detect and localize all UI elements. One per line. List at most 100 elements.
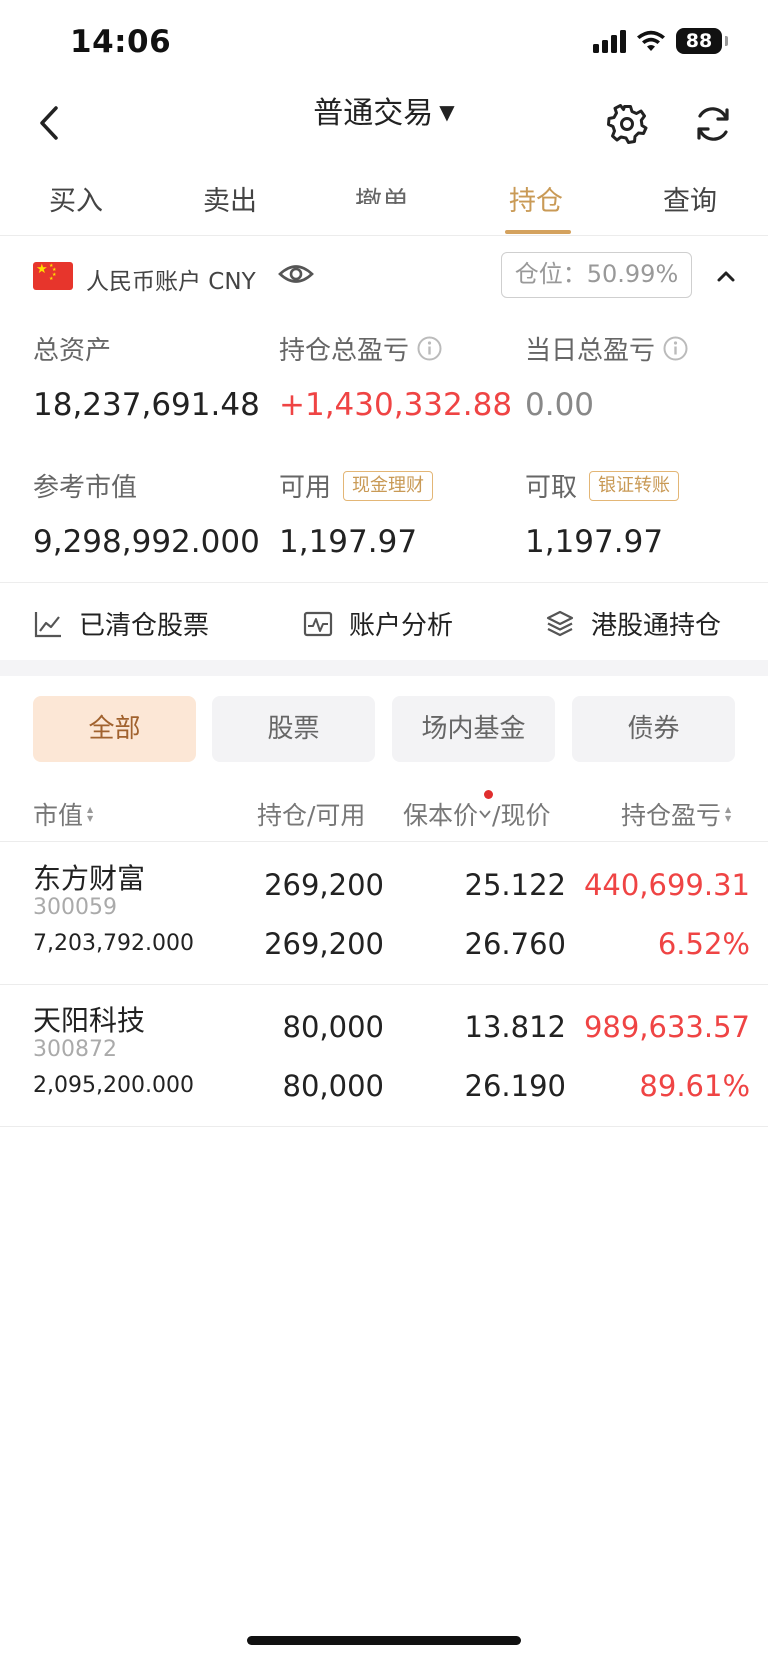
holding-pl-label: 持仓总盈亏 bbox=[279, 336, 410, 366]
tab-cancel-label: 撤单 bbox=[355, 187, 409, 204]
stock-name: 东方财富 bbox=[33, 862, 146, 895]
tab-positions[interactable]: 持仓 bbox=[509, 179, 563, 218]
table-row[interactable]: 东方财富 300059 7,203,792.000 269,200 269,20… bbox=[0, 843, 768, 985]
total-assets: 总资产 18,237,691.48 bbox=[33, 330, 260, 423]
withdrawable-value: 1,197.97 bbox=[525, 524, 664, 560]
daily-pl-label: 当日总盈亏 bbox=[525, 336, 656, 366]
gear-icon bbox=[607, 104, 648, 144]
tab-sell[interactable]: 卖出 bbox=[203, 179, 257, 218]
stock-name: 天阳科技 bbox=[33, 1004, 146, 1037]
status-bar: 14:06 88 bbox=[0, 0, 768, 88]
breakeven-price: 13.812 bbox=[464, 1010, 566, 1044]
account-header: ★ ★ ★ ★ ★ 人民币账户 CNY 仓位：50.99% bbox=[0, 236, 768, 316]
trade-type-selector[interactable]: 普通交易 ▼ bbox=[0, 88, 768, 132]
settings-button[interactable] bbox=[604, 101, 650, 147]
toggle-visibility-button[interactable] bbox=[278, 259, 314, 289]
holding-pl-percent: 6.52% bbox=[657, 927, 750, 961]
section-divider bbox=[0, 660, 768, 676]
info-icon[interactable] bbox=[417, 336, 442, 361]
filter-stocks[interactable]: 股票 bbox=[212, 696, 375, 762]
cleared-stocks-label: 已清仓股票 bbox=[79, 611, 210, 641]
col-price[interactable]: 保本价 /现价 bbox=[403, 796, 550, 832]
cleared-stocks-button[interactable]: 已清仓股票 bbox=[33, 605, 209, 642]
total-assets-label: 总资产 bbox=[33, 336, 112, 366]
tools-row: 已清仓股票 账户分析 港股通持仓 bbox=[0, 582, 768, 660]
collapse-button[interactable] bbox=[710, 260, 742, 292]
holdings-table-header: 市值 ▲ ▼ 持仓/可用 保本价 /现价 持仓盈亏 ▲ ▼ bbox=[0, 780, 768, 842]
holding-pl-label-row: 持仓总盈亏 bbox=[279, 330, 512, 367]
current-price: 26.760 bbox=[464, 927, 566, 961]
chart-line-icon bbox=[34, 611, 61, 637]
current-price: 26.190 bbox=[464, 1069, 566, 1103]
cellular-signal-icon bbox=[593, 29, 626, 53]
sort-icon: ▲ ▼ bbox=[725, 805, 732, 823]
available-qty: 80,000 bbox=[282, 1069, 384, 1103]
available-label: 可用 bbox=[279, 473, 332, 503]
withdrawable-label-row: 可取 银证转账 bbox=[525, 467, 680, 504]
refresh-icon bbox=[697, 107, 729, 141]
table-row[interactable]: 天阳科技 300872 2,095,200.000 80,000 80,000 … bbox=[0, 985, 768, 1127]
total-assets-value: 18,237,691.48 bbox=[33, 387, 260, 423]
market-value: 参考市值 9,298,992.000 bbox=[33, 467, 260, 560]
asset-filter-chips: 全部 股票 场内基金 债券 bbox=[0, 696, 768, 762]
stock-market-value: 7,203,792.000 bbox=[33, 931, 194, 956]
trade-tabs: 买入 卖出 撤单 持仓 查询 bbox=[0, 164, 768, 236]
filter-all[interactable]: 全部 bbox=[33, 696, 196, 762]
status-icons: 88 bbox=[593, 28, 728, 54]
holding-pl: 持仓总盈亏 +1,430,332.88 bbox=[279, 330, 512, 423]
holding-pl-amount: 440,699.31 bbox=[583, 868, 750, 902]
info-icon[interactable] bbox=[663, 336, 688, 361]
col-pl-label: 持仓盈亏 bbox=[621, 801, 722, 830]
home-indicator[interactable] bbox=[247, 1636, 521, 1645]
available-funds: 可用 现金理财 1,197.97 bbox=[279, 467, 434, 560]
col-price-suffix: /现价 bbox=[492, 801, 551, 830]
breakeven-price: 25.122 bbox=[464, 868, 566, 902]
stock-market-value: 2,095,200.000 bbox=[33, 1073, 194, 1098]
pulse-icon bbox=[303, 611, 333, 636]
account-analysis-button[interactable]: 账户分析 bbox=[303, 605, 453, 642]
hk-connect-holdings-label: 港股通持仓 bbox=[591, 611, 722, 641]
wifi-icon bbox=[637, 30, 665, 51]
holding-pl-percent: 89.61% bbox=[639, 1069, 750, 1103]
col-market-value-label: 市值 bbox=[33, 801, 84, 830]
nav-bar: 普通交易 ▼ bbox=[0, 88, 768, 164]
tab-buy[interactable]: 买入 bbox=[49, 179, 103, 218]
page-title: 普通交易 bbox=[313, 96, 434, 131]
layers-icon bbox=[546, 610, 574, 636]
holding-pl-amount: 989,633.57 bbox=[583, 1010, 750, 1044]
available-label-row: 可用 现金理财 bbox=[279, 467, 434, 504]
filter-etf[interactable]: 场内基金 bbox=[392, 696, 555, 762]
daily-pl: 当日总盈亏 0.00 bbox=[525, 330, 688, 423]
col-pl[interactable]: 持仓盈亏 ▲ ▼ bbox=[621, 796, 731, 832]
tab-cancel[interactable]: 撤单 bbox=[355, 182, 415, 204]
holding-qty: 269,200 bbox=[264, 868, 384, 902]
dropdown-arrow-icon: ▼ bbox=[439, 100, 455, 124]
stock-code: 300872 bbox=[33, 1037, 117, 1062]
col-market-value[interactable]: 市值 ▲ ▼ bbox=[33, 796, 93, 832]
china-flag-icon: ★ ★ ★ ★ ★ bbox=[33, 262, 73, 290]
col-price-label: 保本价 bbox=[403, 801, 479, 830]
chevron-up-icon bbox=[717, 271, 735, 282]
notification-dot bbox=[484, 790, 493, 799]
sort-icon: ▲ ▼ bbox=[87, 805, 94, 823]
position-value: 50.99% bbox=[586, 260, 679, 288]
position-label: 仓位： bbox=[514, 260, 587, 288]
filter-bonds[interactable]: 债券 bbox=[572, 696, 735, 762]
position-ratio-badge: 仓位：50.99% bbox=[501, 252, 692, 298]
chevron-down-icon bbox=[479, 810, 491, 819]
hk-connect-holdings-button[interactable]: 港股通持仓 bbox=[545, 605, 721, 642]
account-name: 人民币账户 CNY bbox=[86, 269, 256, 295]
stock-code: 300059 bbox=[33, 895, 117, 920]
market-value-label: 参考市值 bbox=[33, 473, 138, 503]
tab-query[interactable]: 查询 bbox=[663, 179, 717, 218]
col-holding: 持仓/可用 bbox=[257, 801, 366, 830]
withdrawable-label: 可取 bbox=[525, 473, 578, 503]
bank-transfer-button[interactable]: 银证转账 bbox=[589, 470, 680, 501]
status-time: 14:06 bbox=[70, 24, 172, 60]
refresh-button[interactable] bbox=[690, 101, 736, 147]
cash-management-button[interactable]: 现金理财 bbox=[343, 470, 434, 501]
holding-pl-value: +1,430,332.88 bbox=[279, 387, 513, 423]
daily-pl-value: 0.00 bbox=[525, 387, 595, 423]
holding-qty: 80,000 bbox=[282, 1010, 384, 1044]
daily-pl-label-row: 当日总盈亏 bbox=[525, 330, 688, 367]
